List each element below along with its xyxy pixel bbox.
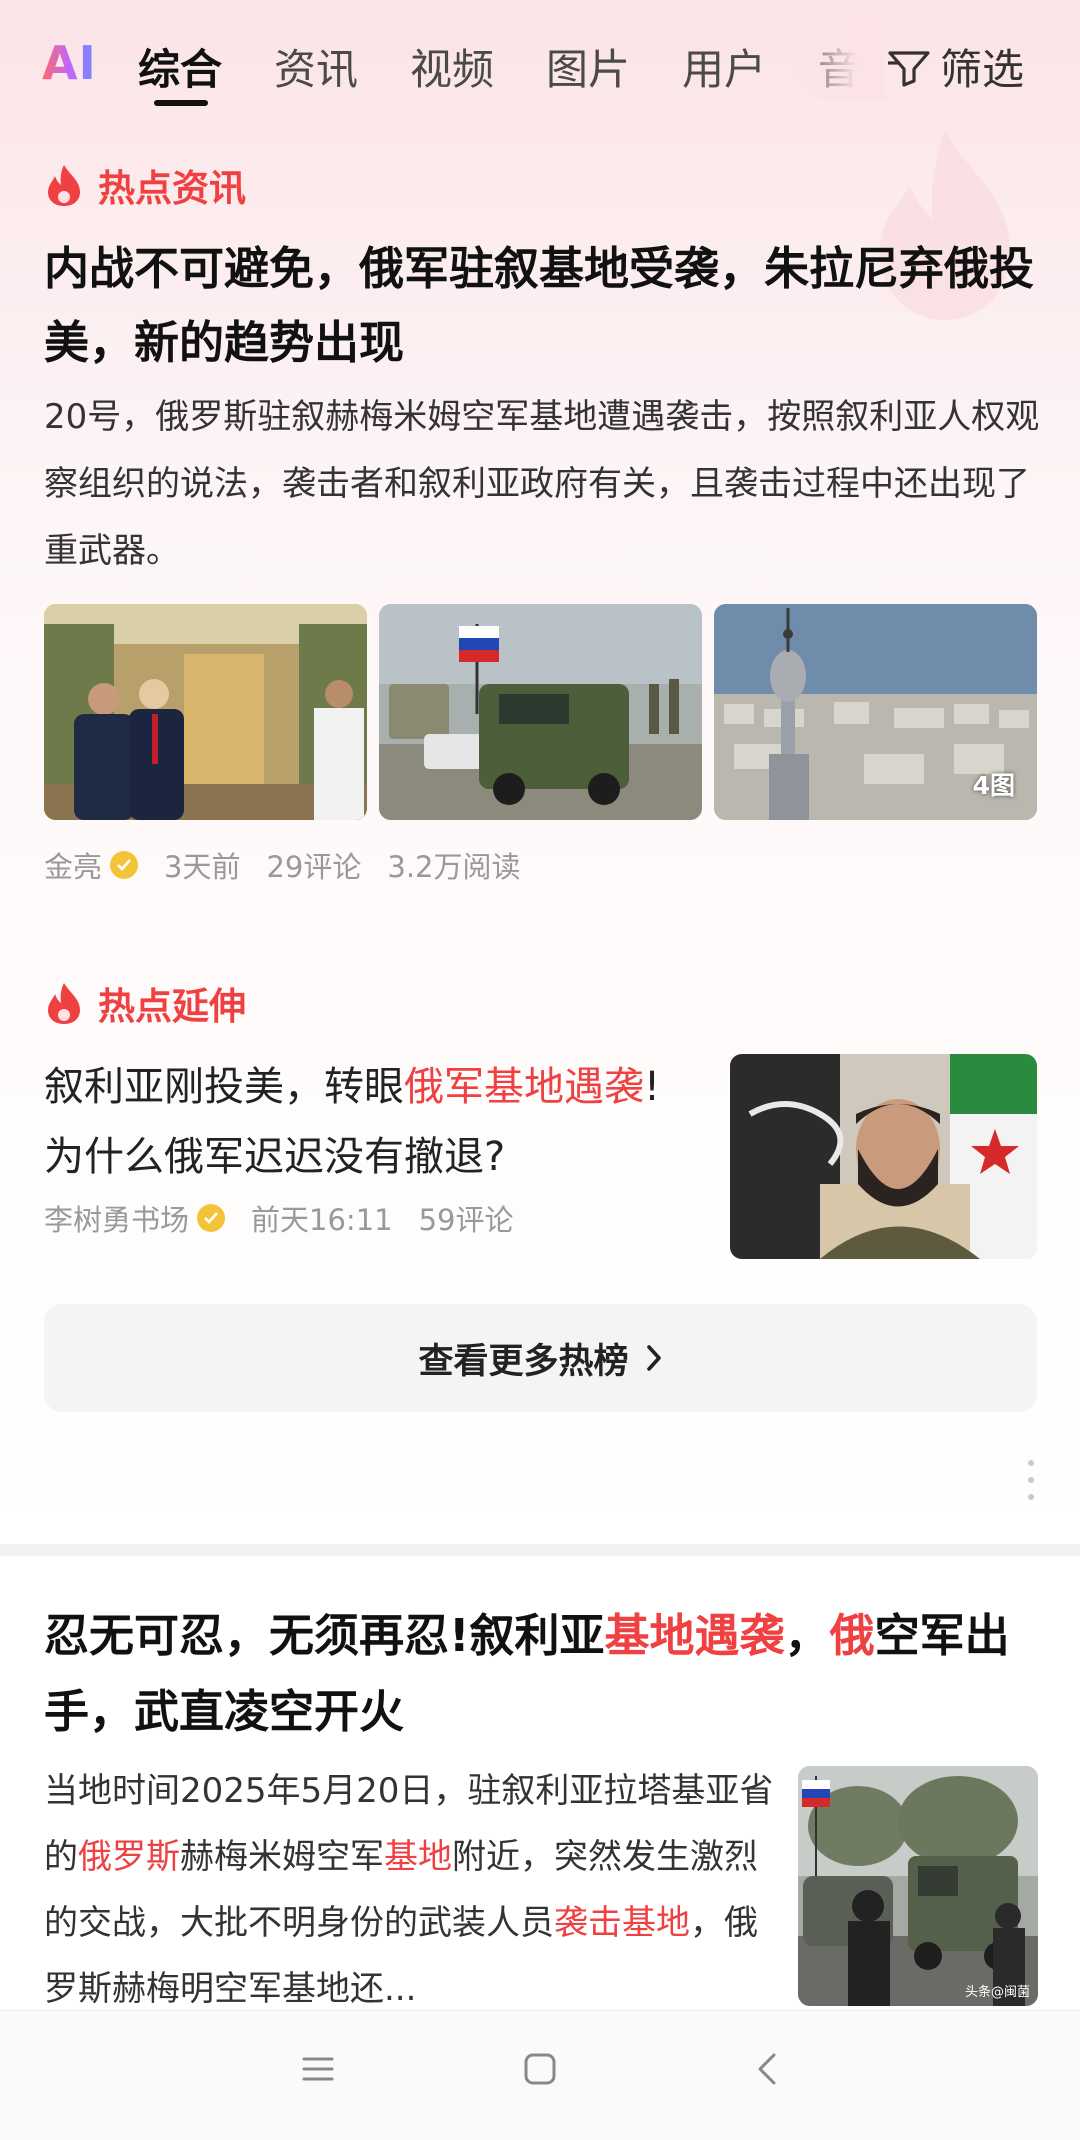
hot-news-header: 热点资讯 (44, 158, 246, 212)
see-more-hot-list-button[interactable]: 查看更多热榜 (44, 1304, 1037, 1412)
article-image-convoy[interactable] (379, 604, 702, 820)
summary-highlight: 基地 (384, 1837, 452, 1877)
article-image-meeting[interactable] (44, 604, 367, 820)
ai-logo[interactable]: AI (42, 36, 97, 90)
image-watermark: 头条@闽菌 (964, 1985, 1030, 2000)
filter-icon (888, 50, 930, 87)
title-text: 叙利亚刚投美，转眼 (44, 1064, 404, 1110)
summary-highlight: 袭击基地 (554, 1903, 690, 1943)
article-image-row[interactable]: 4图 (44, 604, 1037, 820)
related-article-meta: 李树勇书场 前天16:11 59评论 (44, 1197, 540, 1239)
comment-count: 29评论 (266, 850, 362, 884)
chevron-right-icon (646, 1345, 661, 1371)
image-count-badge: 4图 (972, 771, 1015, 800)
hot-news-label: 热点资讯 (98, 167, 246, 210)
publish-time: 前天16:11 (251, 1203, 393, 1237)
article-title[interactable]: 忍无可忍，无须再忍!叙利亚基地遇袭，俄空军出手，武直凌空开火 (44, 1598, 1044, 1750)
article-meta: 金亮 3天前 29评论 3.2万阅读 (44, 844, 547, 886)
filter-button[interactable]: 筛选 (886, 36, 1024, 97)
section-divider (0, 1544, 1080, 1556)
flame-icon (48, 165, 80, 206)
category-tabs: AI 综合 资讯 视频 图片 用户 音 筛选 (0, 0, 1080, 120)
title-highlight: 基地遇袭 (604, 1609, 785, 1662)
verified-badge-icon (110, 851, 139, 879)
tab-images[interactable]: 图片 (546, 36, 630, 97)
tab-news[interactable]: 资讯 (274, 36, 358, 97)
summary-highlight: 俄罗斯 (78, 1837, 180, 1877)
title-text: ， (784, 1609, 830, 1662)
author-name[interactable]: 李树勇书场 (44, 1197, 189, 1239)
title-text: 忍无可忍，无须再忍!叙利亚 (44, 1609, 605, 1662)
related-article-thumbnail[interactable] (730, 1054, 1037, 1259)
see-more-label: 查看更多热榜 (418, 1341, 629, 1382)
system-navigation-bar (0, 2010, 1080, 2140)
hot-extension-header: 热点延伸 (44, 976, 246, 1030)
tab-video[interactable]: 视频 (410, 36, 494, 97)
publish-time: 3天前 (164, 850, 241, 884)
title-highlight: 俄军基地遇袭 (404, 1064, 644, 1110)
related-article-title[interactable]: 叙利亚刚投美，转眼俄军基地遇袭!为什么俄军迟迟没有撤退? (44, 1052, 684, 1192)
title-highlight: 俄 (829, 1609, 875, 1662)
comment-count: 59评论 (418, 1203, 514, 1237)
active-tab-indicator (154, 100, 208, 106)
menu-icon[interactable] (300, 2051, 336, 2087)
article-image-city[interactable]: 4图 (714, 604, 1037, 820)
tabs-fade (790, 20, 885, 100)
read-count: 3.2万阅读 (387, 850, 521, 884)
article-thumbnail[interactable]: 头条@闽菌 (798, 1766, 1038, 2006)
filter-label: 筛选 (940, 45, 1025, 94)
tab-users[interactable]: 用户 (682, 36, 766, 97)
home-square-icon[interactable] (522, 2051, 558, 2087)
flame-icon (48, 983, 80, 1024)
tab-comprehensive[interactable]: 综合 (138, 36, 222, 97)
article-title[interactable]: 内战不可避免，俄军驻叙基地受袭，朱拉尼弃俄投美，新的趋势出现 (44, 232, 1044, 380)
summary-text: 赫梅米姆空军 (180, 1837, 384, 1877)
more-vertical-icon[interactable] (1026, 1460, 1036, 1500)
article-summary[interactable]: 当地时间2025年5月20日，驻叙利亚拉塔基亚省的俄罗斯赫梅米姆空军基地附近，突… (44, 1758, 774, 2022)
author-name[interactable]: 金亮 (44, 844, 102, 886)
hot-extension-label: 热点延伸 (98, 985, 246, 1028)
back-icon[interactable] (752, 2051, 782, 2087)
article-summary[interactable]: 20号，俄罗斯驻叙赫梅米姆空军基地遭遇袭击，按照叙利亚人权观察组织的说法，袭击者… (44, 384, 1044, 585)
verified-badge-icon (197, 1204, 226, 1232)
